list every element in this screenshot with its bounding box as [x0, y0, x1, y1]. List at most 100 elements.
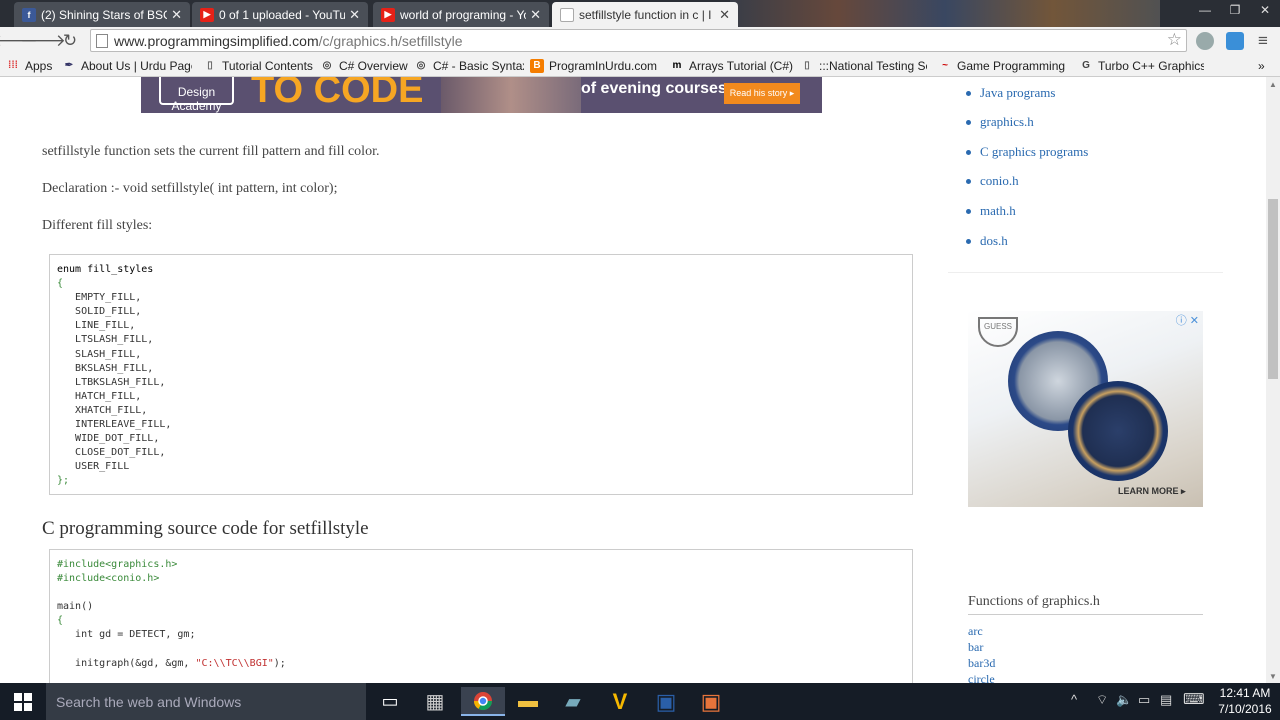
bookmark-about-us[interactable]: ✒ About Us | Urdu Page — [62, 57, 192, 74]
tab-close-icon[interactable]: ✕ — [530, 7, 541, 23]
banner-cta-button[interactable]: Read his story ▸ — [724, 83, 800, 104]
bullet-icon — [966, 149, 971, 155]
bookmark-label: C# Overview — [339, 58, 408, 73]
maximize-icon[interactable]: ❐ — [1220, 0, 1250, 20]
ad-banner[interactable]: Design Academy TO CODE of evening course… — [141, 77, 822, 113]
sidebar-link-conio-h[interactable]: conio.h — [966, 173, 1019, 189]
power-icon[interactable]: ▭ — [1138, 692, 1150, 708]
bookmark-arrays-tutorial[interactable]: m Arrays Tutorial (C#) — [670, 57, 795, 74]
code-line: int gd = DETECT, gm; — [57, 629, 196, 641]
sidebar-link-label: graphics.h — [980, 114, 1034, 129]
globe-icon: ◎ — [416, 60, 426, 71]
sidebar-link-c-graphics-programs[interactable]: C graphics programs — [966, 144, 1088, 160]
vectorian-icon[interactable]: V — [598, 687, 642, 716]
bookmark-game-programming[interactable]: ~ Game Programming — [938, 57, 1068, 74]
store-icon[interactable]: ▦ — [413, 687, 457, 716]
tab-setfillstyle[interactable]: setfillstyle function in c | I ✕ — [552, 2, 738, 27]
sidebar-link-dos-h[interactable]: dos.h — [966, 233, 1008, 249]
bookmark-turbo-cpp-graphics[interactable]: G Turbo C++ Graphics — [1079, 57, 1204, 74]
extension-icon[interactable] — [1196, 32, 1214, 50]
bookmark-star-icon[interactable]: ☆ — [1167, 30, 1182, 50]
function-link-circle[interactable]: circle — [968, 672, 995, 683]
taskbar-search-box[interactable]: Search the web and Windows — [46, 683, 366, 720]
code-line: { — [57, 278, 64, 290]
declaration-text: Declaration :- void setfillstyle( int pa… — [42, 181, 338, 196]
function-link-bar[interactable]: bar — [968, 640, 983, 655]
notifications-icon[interactable]: ▤ — [1160, 692, 1172, 708]
close-window-icon[interactable]: ✕ — [1250, 0, 1280, 20]
bullet-icon — [966, 119, 971, 125]
watch-image — [1068, 381, 1168, 481]
bullet-icon — [966, 238, 971, 244]
code-line: CLOSE_DOT_FILL, — [57, 447, 166, 459]
chrome-icon[interactable] — [461, 687, 505, 716]
bookmark-national-testing[interactable]: ▯:::National Testing Ser — [800, 57, 927, 74]
blogger-icon: B — [530, 58, 544, 73]
tab-world-of-programing[interactable]: ▶ world of programing - Yo ✕ — [373, 2, 549, 27]
tab-facebook[interactable]: f (2) Shining Stars of BSCS ✕ — [14, 2, 190, 27]
sidebar-link-java-programs[interactable]: Java programs — [966, 85, 1055, 101]
scrollbar-thumb[interactable] — [1268, 199, 1278, 379]
sidebar-link-graphics-h[interactable]: graphics.h — [966, 114, 1034, 130]
tab-close-icon[interactable]: ✕ — [719, 7, 730, 23]
sidebar-ad-watches[interactable]: GUESS LEARN MORE ▸ ⓘ ✕ — [968, 311, 1203, 507]
banner-headline: TO CODE — [251, 77, 424, 111]
tray-chevron-icon[interactable]: ^ — [1071, 692, 1077, 707]
bookmark-label: Game Programming — [957, 58, 1066, 73]
extension-icon[interactable] — [1226, 32, 1244, 50]
bookmark-label: Apps — [25, 58, 53, 73]
task-view-icon[interactable]: ▭ — [368, 687, 412, 716]
file-explorer-icon[interactable]: ▬ — [506, 687, 550, 716]
bookmarks-overflow-icon[interactable]: » — [1258, 57, 1274, 74]
devcpp-icon[interactable]: ▣ — [644, 687, 688, 716]
tab-label: setfillstyle function in c | I — [579, 7, 712, 22]
search-placeholder: Search the web and Windows — [56, 693, 242, 710]
page-scrollbar[interactable]: ▲ ▼ — [1266, 77, 1280, 683]
function-link-arc[interactable]: arc — [968, 624, 983, 639]
tab-close-icon[interactable]: ✕ — [349, 7, 360, 23]
notepad-icon[interactable]: ▰ — [551, 687, 595, 716]
menu-icon[interactable]: ≡ — [1252, 30, 1274, 52]
bookmark-label: Turbo C++ Graphics — [1098, 58, 1204, 73]
feather-icon: ✒ — [64, 60, 74, 71]
app-orange-icon[interactable]: ▣ — [689, 687, 733, 716]
google-icon: G — [1082, 60, 1090, 71]
bookmark-label: Arrays Tutorial (C#) — [689, 58, 794, 73]
code-text: ); — [273, 657, 286, 669]
address-bar[interactable]: www.programmingsimplified.com/c/graphics… — [90, 29, 1187, 52]
keyboard-icon[interactable]: ⌨ — [1183, 690, 1205, 708]
minimize-icon[interactable]: — — [1190, 0, 1220, 20]
code-line: main() — [57, 601, 94, 613]
clock-time: 12:41 AM — [1219, 686, 1271, 700]
code-line: LTSLASH_FILL, — [57, 334, 154, 346]
bookmark-programinurdu[interactable]: B ProgramInUrdu.com — [530, 57, 658, 74]
tab-label: (2) Shining Stars of BSCS — [41, 7, 168, 22]
bookmark-csharp-overview[interactable]: ◎ C# Overview — [320, 57, 410, 74]
tab-label: world of programing - Yo — [400, 7, 527, 22]
scroll-down-icon[interactable]: ▼ — [1266, 669, 1280, 683]
bookmark-apps[interactable]: ⁞⁞⁞ Apps — [6, 57, 56, 74]
ad-info-close-icon[interactable]: ⓘ ✕ — [1176, 312, 1199, 328]
theme-background — [730, 0, 1160, 27]
forward-arrow-icon[interactable]: 🡒 — [20, 30, 66, 52]
volume-icon[interactable]: 🔈 — [1116, 692, 1132, 708]
tab-close-icon[interactable]: ✕ — [171, 7, 182, 23]
reload-icon[interactable]: ↻ — [59, 30, 81, 52]
sidebar-link-math-h[interactable]: math.h — [966, 203, 1016, 219]
bookmark-tutorial-contents[interactable]: ▯ Tutorial Contents — [203, 57, 313, 74]
start-button[interactable] — [0, 683, 46, 720]
network-icon[interactable]: ⌔ — [1096, 692, 1108, 708]
browser-toolbar: 🡐 🡒 ↻ www.programmingsimplified.com/c/gr… — [0, 27, 1280, 54]
tab-youtube-upload[interactable]: ▶ 0 of 1 uploaded - YouTub ✕ — [192, 2, 368, 27]
taskbar-clock[interactable]: 12:41 AM 7/10/2016 — [1212, 685, 1278, 717]
sidebar-link-label: C graphics programs — [980, 144, 1089, 159]
learn-more-link[interactable]: LEARN MORE ▸ — [1118, 486, 1186, 497]
function-link-bar3d[interactable]: bar3d — [968, 656, 995, 671]
code-text: initgraph(&gd, &gm, — [57, 657, 196, 669]
code-line: initgraph(&gd, &gm, "C:\\TC\\BGI"); — [57, 657, 905, 671]
bookmark-csharp-basic-syntax[interactable]: ◎ C# - Basic Syntax — [414, 57, 524, 74]
sidebar-link-label: conio.h — [980, 173, 1019, 188]
scroll-up-icon[interactable]: ▲ — [1266, 77, 1280, 91]
code-line: enum fill_styles — [57, 264, 154, 275]
page-icon — [96, 33, 108, 48]
